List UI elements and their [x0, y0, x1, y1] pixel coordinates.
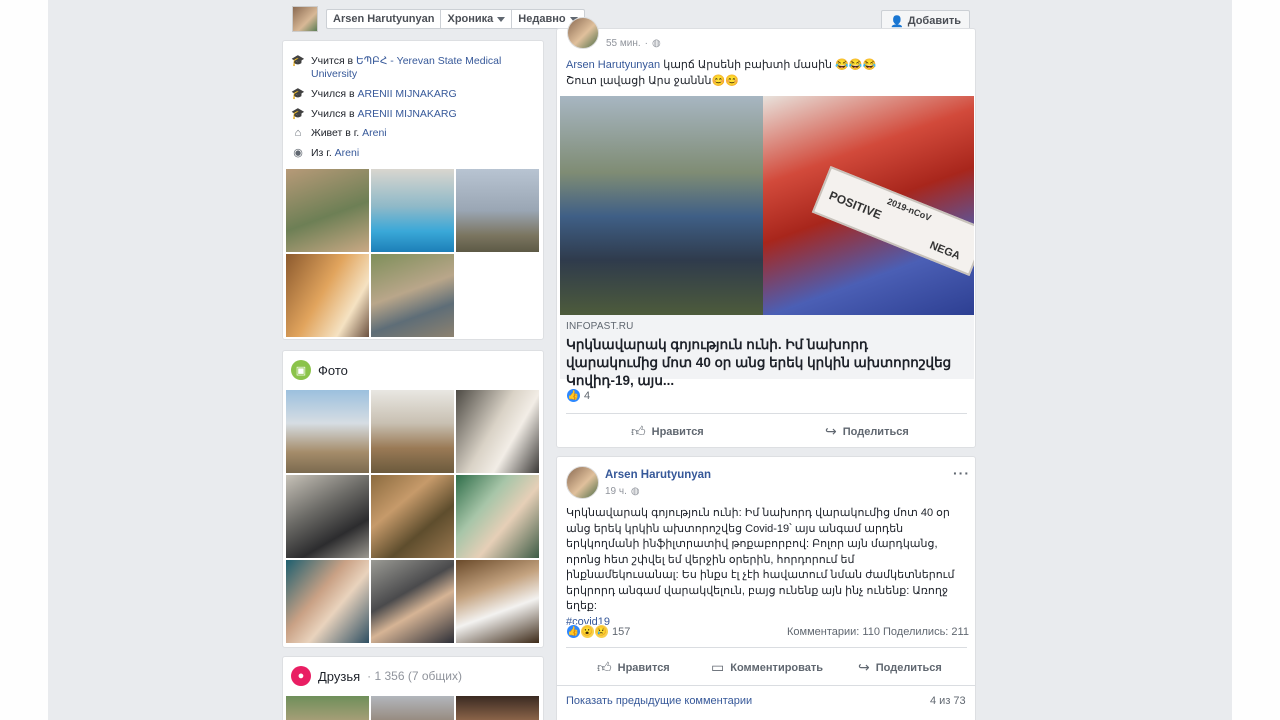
photo-thumbnail[interactable]	[371, 390, 454, 473]
post-author-avatar[interactable]	[567, 17, 599, 49]
school-link[interactable]: ARENII MIJNAKARG	[357, 108, 456, 120]
post-text: Կրկնավարակ գոյություն ունի: Իմ նախորդ վա…	[566, 507, 955, 628]
profile-tabs: Arsen Harutyunyan Хроника Недавно	[326, 9, 585, 29]
friend-thumbnail[interactable]	[456, 696, 539, 720]
school-link[interactable]: ARENII MIJNAKARG	[357, 88, 456, 100]
add-friend-icon: 👤	[890, 15, 904, 28]
tagged-person-link[interactable]: Arsen Harutyunyan	[566, 59, 660, 71]
graduation-cap-icon: 🎓	[291, 88, 305, 100]
divider	[566, 413, 967, 414]
intro-row-study: 🎓 Учится в ԵՊԲՀ - Yerevan State Medical …	[291, 55, 502, 80]
location-pin-icon: ◉	[293, 147, 303, 159]
graduation-cap-icon: 🎓	[291, 55, 305, 67]
divider	[557, 685, 975, 686]
photo-thumbnail[interactable]	[286, 475, 369, 558]
intro-row-school-1: 🎓 Учился в ARENII MIJNAKARG	[291, 88, 457, 100]
privacy-globe-icon: ◍	[652, 38, 661, 49]
share-arrow-icon: ↪	[825, 423, 837, 439]
post-text: Arsen Harutyunyan կարճ Արսենի բախտի մասի…	[566, 59, 877, 87]
profile-avatar-small[interactable]	[292, 6, 318, 32]
photos-card: ▣ Фото	[282, 350, 544, 648]
person-photo	[560, 96, 763, 315]
profile-name-tab[interactable]: Arsen Harutyunyan	[327, 10, 442, 28]
post-shared-link: 55 мин. · ◍ Arsen Harutyunyan կարճ Արսեն…	[556, 17, 976, 448]
city-link[interactable]: Areni	[362, 127, 387, 139]
like-button[interactable]: 👍︎ Нравится	[631, 423, 704, 440]
reaction-summary[interactable]: 👍 😮 😢 157	[566, 624, 630, 639]
photo-thumbnail[interactable]	[286, 560, 369, 643]
divider	[566, 647, 967, 648]
friends-card: ● Друзья · 1 356 (7 общих)	[282, 656, 544, 720]
photo-thumbnail[interactable]	[371, 560, 454, 643]
comments-count[interactable]: Комментарии: 110	[787, 626, 880, 638]
photo-thumbnail[interactable]	[456, 475, 539, 558]
featured-photo[interactable]	[286, 169, 369, 252]
photo-thumbnail[interactable]	[456, 390, 539, 473]
intro-card: 🎓 Учится в ԵՊԲՀ - Yerevan State Medical …	[282, 40, 544, 340]
photo-thumbnail[interactable]	[286, 390, 369, 473]
home-icon: ⌂	[294, 127, 302, 139]
thumbs-up-icon: 👍︎	[597, 659, 612, 675]
like-reaction-icon: 👍	[566, 388, 581, 403]
timeline-tab[interactable]: Хроника	[441, 10, 513, 28]
intro-row-lives: ⌂ Живет в г. Areni	[291, 127, 387, 140]
intro-row-from: ◉ Из г. Areni	[291, 147, 359, 160]
friends-count: · 1 356 (7 общих)	[367, 669, 462, 683]
intro-row-school-2: 🎓 Учился в ARENII MIJNAKARG	[291, 108, 457, 120]
graduation-cap-icon: 🎓	[291, 108, 305, 120]
photos-icon: ▣	[291, 360, 311, 380]
sad-reaction-icon: 😢	[594, 624, 609, 639]
like-button[interactable]: 👍︎ Нравится	[597, 659, 670, 676]
friends-card-title[interactable]: ● Друзья · 1 356 (7 общих)	[291, 666, 462, 686]
shared-link-image[interactable]: 2019-nCoV POSITIVE NEGA	[560, 96, 974, 315]
comment-button[interactable]: ▭ Комментировать	[711, 659, 823, 676]
globe-icon: ·	[644, 38, 649, 49]
post-author-name[interactable]: Arsen Harutyunyan	[605, 469, 711, 481]
post-timestamp[interactable]: 19 ч. ◍	[605, 486, 640, 497]
share-button[interactable]: ↪ Поделиться	[825, 423, 909, 440]
wow-reaction-icon: 😮	[580, 624, 595, 639]
show-previous-comments-link[interactable]: Показать предыдущие комментарии	[566, 695, 752, 707]
right-letterbox	[1232, 0, 1280, 720]
post-author-avatar[interactable]	[566, 466, 599, 499]
reaction-summary[interactable]: 👍 4	[566, 388, 590, 403]
photo-thumbnail[interactable]	[371, 475, 454, 558]
featured-photo[interactable]	[371, 254, 454, 337]
photo-thumbnail[interactable]	[456, 560, 539, 643]
featured-photo[interactable]	[286, 254, 369, 337]
link-title[interactable]: Կրկնավարակ գոյություն ունի. Իմ նախորդ վա…	[566, 336, 961, 390]
chevron-down-icon	[497, 16, 506, 22]
left-letterbox	[0, 0, 48, 720]
friend-thumbnail[interactable]	[286, 696, 369, 720]
share-arrow-icon: ↪	[858, 659, 870, 675]
post-status: Arsen Harutyunyan 19 ч. ◍ ··· Կրկնավարակ…	[556, 456, 976, 720]
featured-photo[interactable]	[371, 169, 454, 252]
photos-card-title[interactable]: ▣ Фото	[291, 360, 348, 380]
comments-range: 4 из 73	[930, 695, 966, 707]
like-reaction-icon: 👍	[566, 624, 581, 639]
featured-photo[interactable]	[456, 169, 539, 252]
hometown-link[interactable]: Areni	[335, 147, 360, 159]
friend-thumbnail[interactable]	[371, 696, 454, 720]
link-domain: INFOPAST.RU	[566, 321, 634, 332]
privacy-globe-icon: ◍	[630, 486, 640, 497]
comment-bubble-icon: ▭	[711, 659, 725, 675]
more-options-icon[interactable]: ···	[953, 465, 970, 481]
friends-icon: ●	[291, 666, 311, 686]
facebook-profile-page: Arsen Harutyunyan Хроника Недавно 👤 Доба…	[48, 0, 1232, 720]
thumbs-up-icon: 👍︎	[631, 423, 646, 439]
shares-count[interactable]: Поделились: 211	[883, 626, 969, 638]
post-timestamp[interactable]: 55 мин. · ◍	[606, 38, 661, 49]
share-button[interactable]: ↪ Поделиться	[858, 659, 942, 676]
